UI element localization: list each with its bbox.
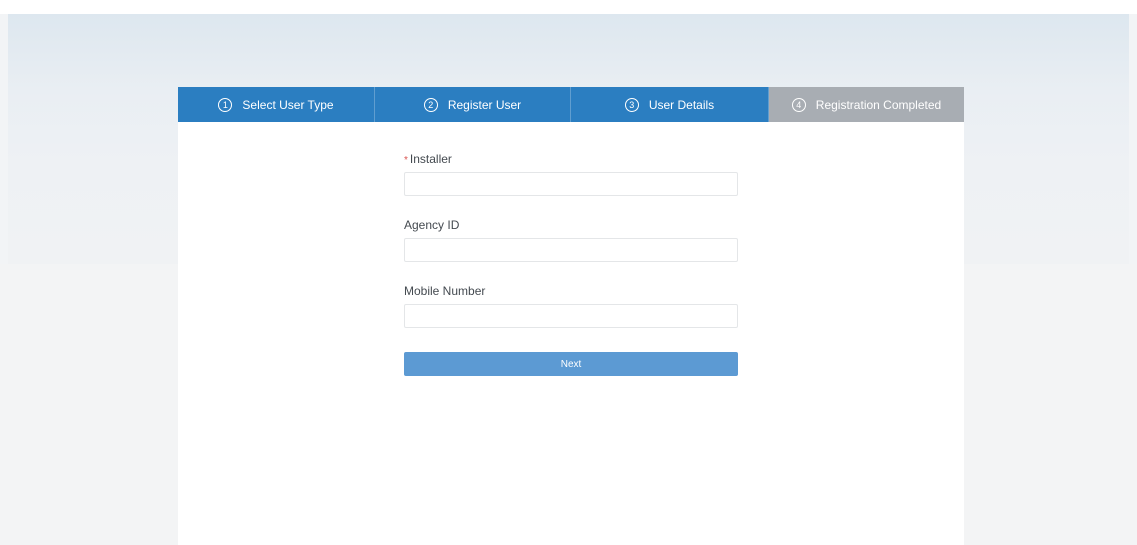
next-button[interactable]: Next bbox=[404, 352, 738, 376]
agency-id-label: Agency ID bbox=[404, 218, 460, 232]
mobile-number-label: Mobile Number bbox=[404, 284, 486, 298]
required-marker: * bbox=[404, 155, 408, 166]
installer-label: * Installer bbox=[404, 150, 738, 168]
registration-stepper: 1 Select User Type 2 Register User 3 Use… bbox=[178, 87, 964, 122]
step-number-2: 2 bbox=[423, 97, 438, 112]
user-details-form: * Installer Agency ID Mobile Number Next bbox=[404, 150, 738, 376]
installer-label-text: Installer bbox=[409, 152, 452, 166]
step-label: User Details bbox=[648, 97, 715, 112]
mobile-number-input[interactable] bbox=[404, 304, 738, 328]
step-user-details[interactable]: 3 User Details bbox=[571, 87, 769, 122]
step-registration-completed[interactable]: 4 Registration Completed bbox=[769, 87, 964, 122]
step-label: Register User bbox=[447, 97, 522, 112]
step-label: Registration Completed bbox=[815, 97, 942, 112]
step-register-user[interactable]: 2 Register User bbox=[375, 87, 571, 122]
step-select-user-type[interactable]: 1 Select User Type bbox=[178, 87, 375, 122]
page-top-band bbox=[0, 0, 1137, 14]
installer-input[interactable] bbox=[404, 172, 738, 196]
step-label: Select User Type bbox=[242, 97, 334, 112]
step-number-4: 4 bbox=[791, 97, 806, 112]
step-number-3: 3 bbox=[624, 97, 639, 112]
agency-id-input[interactable] bbox=[404, 238, 738, 262]
step-number-1: 1 bbox=[218, 97, 233, 112]
